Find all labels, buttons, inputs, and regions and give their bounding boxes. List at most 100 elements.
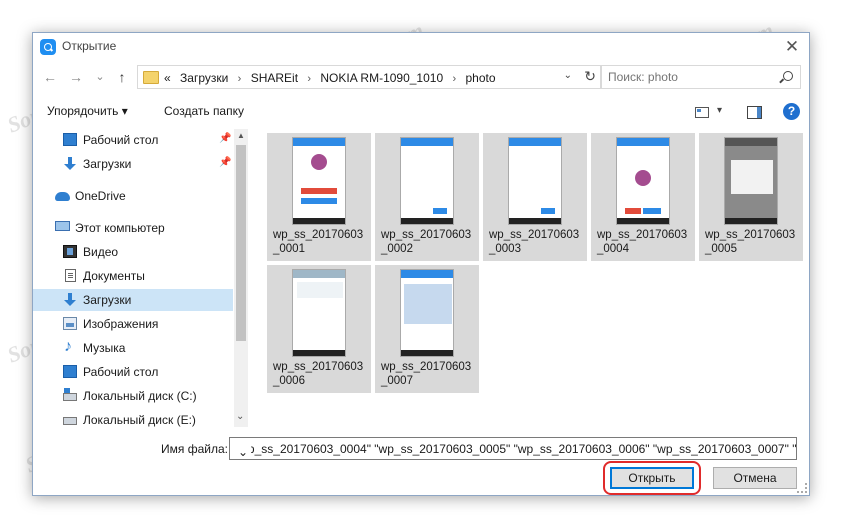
- scroll-down-icon[interactable]: ⌄: [236, 411, 244, 422]
- nav-item-label: Видео: [83, 245, 119, 259]
- breadcrumb-item-photo[interactable]: photo: [466, 71, 496, 85]
- pin-icon[interactable]: 📌: [219, 133, 231, 144]
- preview-pane-icon[interactable]: [747, 106, 762, 119]
- nav-item-disk-c[interactable]: Локальный диск (C:): [33, 385, 233, 407]
- desktop-icon: [63, 365, 77, 378]
- nav-item-onedrive[interactable]: OneDrive: [33, 185, 233, 207]
- file-name: wp_ss_20170603_0003: [489, 229, 580, 255]
- help-icon[interactable]: ?: [783, 103, 800, 120]
- window-title: Открытие: [62, 39, 117, 53]
- nav-item-documents[interactable]: Документы: [33, 265, 233, 287]
- nav-item-label: Локальный диск (E:): [83, 413, 196, 427]
- breadcrumb-separator[interactable]: ›: [238, 73, 242, 85]
- thumbnail-image: [292, 269, 346, 357]
- nav-item-this-pc[interactable]: Этот компьютер: [33, 217, 233, 239]
- nav-scrollbar[interactable]: ▲ ⌄: [234, 129, 248, 427]
- refresh-icon[interactable]: ↻: [584, 68, 596, 85]
- download-icon: [63, 157, 77, 170]
- video-icon: [63, 245, 77, 258]
- nav-item-label: Музыка: [83, 341, 126, 355]
- filename-input[interactable]: "wp_ss_20170603_0004" "wp_ss_20170603_00…: [229, 437, 797, 460]
- thumbnail-image: [616, 137, 670, 225]
- nav-item-music[interactable]: Музыка: [33, 337, 233, 359]
- file-item[interactable]: wp_ss_20170603_0003: [483, 133, 587, 261]
- cloud-icon: [55, 192, 70, 201]
- filename-dropdown-icon[interactable]: ⌄: [235, 442, 251, 459]
- file-item[interactable]: wp_ss_20170603_0005: [699, 133, 803, 261]
- search-icon[interactable]: [783, 71, 793, 81]
- recent-locations-dropdown[interactable]: ⌄: [91, 67, 109, 87]
- nav-item-label: Локальный диск (C:): [83, 389, 197, 403]
- nav-item-disk-e[interactable]: Локальный диск (E:): [33, 409, 233, 427]
- open-button[interactable]: Открыть: [610, 467, 694, 489]
- title-bar: Открытие ✕: [33, 33, 809, 61]
- folder-icon: [143, 71, 159, 84]
- back-button[interactable]: ←: [41, 67, 59, 87]
- thumbnail-image: [292, 137, 346, 225]
- file-item[interactable]: wp_ss_20170603_0001: [267, 133, 371, 261]
- computer-icon: [55, 221, 70, 231]
- nav-item-label: Документы: [83, 269, 145, 283]
- breadcrumb-item-downloads[interactable]: Загрузки: [180, 71, 228, 85]
- address-row: ← → ⌄ ↑ « › Загрузки › SHAREit › NOKIA R…: [33, 65, 809, 91]
- nav-item-video[interactable]: Видео: [33, 241, 233, 263]
- app-icon: [40, 39, 56, 55]
- download-icon: [63, 293, 77, 306]
- nav-item-label: Рабочий стол: [83, 133, 159, 147]
- breadcrumb-separator[interactable]: ›: [307, 73, 311, 85]
- file-name: wp_ss_20170603_0004: [597, 229, 688, 255]
- scroll-thumb[interactable]: [236, 145, 246, 341]
- filename-value: "wp_ss_20170603_0004" "wp_ss_20170603_00…: [235, 442, 797, 456]
- file-name: wp_ss_20170603_0001: [273, 229, 364, 255]
- resize-grip[interactable]: [797, 483, 807, 493]
- file-list: wp_ss_20170603_0001 wp_ss_20170603_0002 …: [267, 133, 807, 427]
- nav-item-desktop[interactable]: Рабочий стол: [33, 361, 233, 383]
- nav-item-label: Рабочий стол: [83, 365, 159, 379]
- nav-item-downloads[interactable]: Загрузки: [33, 289, 233, 311]
- nav-item-label: Этот компьютер: [75, 221, 165, 235]
- documents-icon: [65, 269, 76, 282]
- pin-icon[interactable]: 📌: [219, 157, 231, 168]
- breadcrumb-item-shareit[interactable]: SHAREit: [251, 71, 298, 85]
- scroll-up-icon[interactable]: ▲: [237, 131, 245, 140]
- images-icon: [63, 317, 77, 330]
- thumbnail-image: [724, 137, 778, 225]
- navigation-pane: Рабочий стол 📌 Загрузки 📌 OneDrive Этот …: [33, 129, 248, 427]
- breadcrumb-overflow[interactable]: «: [164, 71, 171, 85]
- nav-item-downloads-quick[interactable]: Загрузки 📌: [33, 153, 233, 175]
- organize-button[interactable]: Упорядочить ▾: [47, 104, 128, 118]
- file-item[interactable]: wp_ss_20170603_0002: [375, 133, 479, 261]
- forward-button[interactable]: →: [67, 67, 85, 87]
- nav-item-label: Изображения: [83, 317, 159, 331]
- file-name: wp_ss_20170603_0006: [273, 361, 364, 387]
- new-folder-button[interactable]: Создать папку: [164, 104, 244, 118]
- breadcrumb-item-nokia[interactable]: NOKIA RM-1090_1010: [320, 71, 443, 85]
- nav-item-desktop-quick[interactable]: Рабочий стол 📌: [33, 129, 233, 151]
- address-dropdown-icon[interactable]: ⌄: [564, 70, 572, 81]
- file-item[interactable]: wp_ss_20170603_0004: [591, 133, 695, 261]
- close-button[interactable]: ✕: [781, 36, 803, 58]
- cancel-button[interactable]: Отмена: [713, 467, 797, 489]
- file-item[interactable]: wp_ss_20170603_0007: [375, 265, 479, 393]
- nav-item-label: Загрузки: [83, 157, 132, 171]
- disk-c-icon: [63, 388, 77, 401]
- file-item[interactable]: wp_ss_20170603_0006: [267, 265, 371, 393]
- change-view-icon[interactable]: [695, 107, 709, 118]
- search-input[interactable]: [608, 69, 768, 85]
- up-button[interactable]: ↑: [113, 67, 131, 87]
- open-file-dialog: Открытие ✕ ← → ⌄ ↑ « › Загрузки › SHAREi…: [32, 32, 810, 496]
- address-bar[interactable]: « › Загрузки › SHAREit › NOKIA RM-1090_1…: [137, 65, 601, 89]
- nav-item-images[interactable]: Изображения: [33, 313, 233, 335]
- thumbnail-image: [400, 137, 454, 225]
- file-name: wp_ss_20170603_0007: [381, 361, 472, 387]
- filename-label: Имя файла:: [161, 442, 228, 456]
- nav-item-label: Загрузки: [83, 293, 132, 307]
- search-box[interactable]: [601, 65, 801, 89]
- thumbnail-image: [400, 269, 454, 357]
- view-options-dropdown[interactable]: ▾: [717, 105, 722, 116]
- desktop-icon: [63, 133, 77, 146]
- nav-item-label: OneDrive: [75, 189, 126, 203]
- music-icon: [63, 338, 77, 356]
- breadcrumb-separator[interactable]: ›: [452, 73, 456, 85]
- disk-icon: [63, 417, 77, 425]
